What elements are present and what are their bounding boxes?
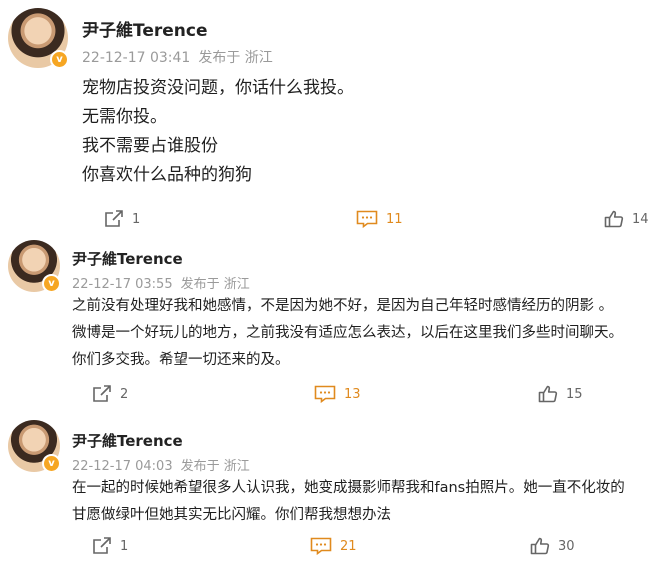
comment-post: v 尹子維Terence 22-12-17 03:41 发布于 浙江 宠物店投资没… — [0, 0, 660, 235]
thumbs-up-icon — [604, 210, 624, 228]
avatar[interactable]: v — [8, 8, 69, 69]
verified-badge-icon: v — [50, 50, 69, 69]
content-line: 你们多交我。希望一切还来的及。 — [72, 352, 290, 368]
action-bar: 1 21 30 — [0, 537, 660, 561]
post-meta: 22-12-17 04:03 发布于 浙江 — [72, 455, 258, 474]
share-count: 1 — [120, 538, 129, 554]
author-name[interactable]: 尹子維Terence — [72, 430, 183, 451]
content-line: 甘愿做绿叶但她其实无比闪耀。你们帮我想想办法 — [72, 507, 391, 523]
post-content: 宠物店投资没问题，你话什么我投。 无需你投。 我不需要占谁股份 你喜欢什么品种的… — [82, 74, 354, 190]
author-name[interactable]: 尹子維Terence — [72, 248, 183, 269]
post-date: 22-12-17 03:41 — [82, 50, 191, 66]
content-line: 微博是一个好玩儿的地方，之前我没有适应怎么表达，以后在这里我们多些时间聊天。 — [72, 325, 623, 341]
post-meta: 22-12-17 03:55 发布于 浙江 — [72, 273, 258, 292]
content-line: 在一起的时候她希望很多人认识我，她变成摄影师帮我和fans拍照片。她一直不化妆的 — [72, 480, 625, 496]
comment-button[interactable]: 11 — [356, 210, 403, 228]
comment-icon — [356, 210, 378, 228]
comment-button[interactable]: 21 — [310, 537, 357, 555]
comment-icon — [310, 537, 332, 555]
post-date: 22-12-17 04:03 — [72, 459, 173, 474]
content-line: 宠物店投资没问题，你话什么我投。 — [82, 78, 354, 98]
content-line: 我不需要占谁股份 — [82, 136, 218, 156]
post-content: 在一起的时候她希望很多人认识我，她变成摄影师帮我和fans拍照片。她一直不化妆的… — [72, 475, 625, 529]
share-button[interactable]: 1 — [92, 537, 128, 555]
comment-icon — [314, 385, 336, 403]
share-button[interactable]: 2 — [92, 385, 128, 403]
comment-count: 11 — [386, 211, 403, 227]
share-count: 2 — [120, 386, 129, 402]
share-count: 1 — [132, 211, 141, 227]
share-icon — [93, 385, 111, 402]
like-count: 30 — [558, 538, 575, 554]
action-bar: 1 11 14 — [0, 210, 660, 234]
comment-count: 21 — [340, 538, 357, 554]
post-location: 发布于 浙江 — [180, 277, 250, 292]
comment-post: v 尹子維Terence 22-12-17 03:55 发布于 浙江 之前没有处理… — [0, 235, 660, 415]
like-count: 15 — [566, 386, 583, 402]
post-content: 之前没有处理好我和她感情，不是因为她不好，是因为自己年轻时感情经历的阴影 。 微… — [72, 293, 623, 374]
post-location: 发布于 浙江 — [198, 50, 273, 66]
like-button[interactable]: 15 — [538, 385, 583, 403]
verified-badge-icon: v — [42, 454, 61, 473]
avatar[interactable]: v — [8, 420, 61, 473]
share-icon — [93, 537, 111, 554]
share-button[interactable]: 1 — [104, 210, 140, 228]
author-name[interactable]: 尹子維Terence — [82, 16, 208, 41]
post-date: 22-12-17 03:55 — [72, 277, 173, 292]
verified-badge-icon: v — [42, 274, 61, 293]
avatar[interactable]: v — [8, 240, 61, 293]
post-meta: 22-12-17 03:41 发布于 浙江 — [82, 47, 281, 67]
post-location: 发布于 浙江 — [180, 459, 250, 474]
thumbs-up-icon — [538, 385, 558, 403]
content-line: 之前没有处理好我和她感情，不是因为她不好，是因为自己年轻时感情经历的阴影 。 — [72, 298, 614, 314]
comment-button[interactable]: 13 — [314, 385, 361, 403]
like-count: 14 — [632, 211, 649, 227]
share-icon — [105, 210, 123, 227]
like-button[interactable]: 30 — [530, 537, 575, 555]
comment-count: 13 — [344, 386, 361, 402]
action-bar: 2 13 15 — [0, 385, 660, 409]
content-line: 无需你投。 — [82, 107, 167, 127]
like-button[interactable]: 14 — [604, 210, 649, 228]
content-line: 你喜欢什么品种的狗狗 — [82, 165, 252, 185]
comment-post: v 尹子維Terence 22-12-17 04:03 发布于 浙江 在一起的时候… — [0, 415, 660, 562]
thumbs-up-icon — [530, 537, 550, 555]
